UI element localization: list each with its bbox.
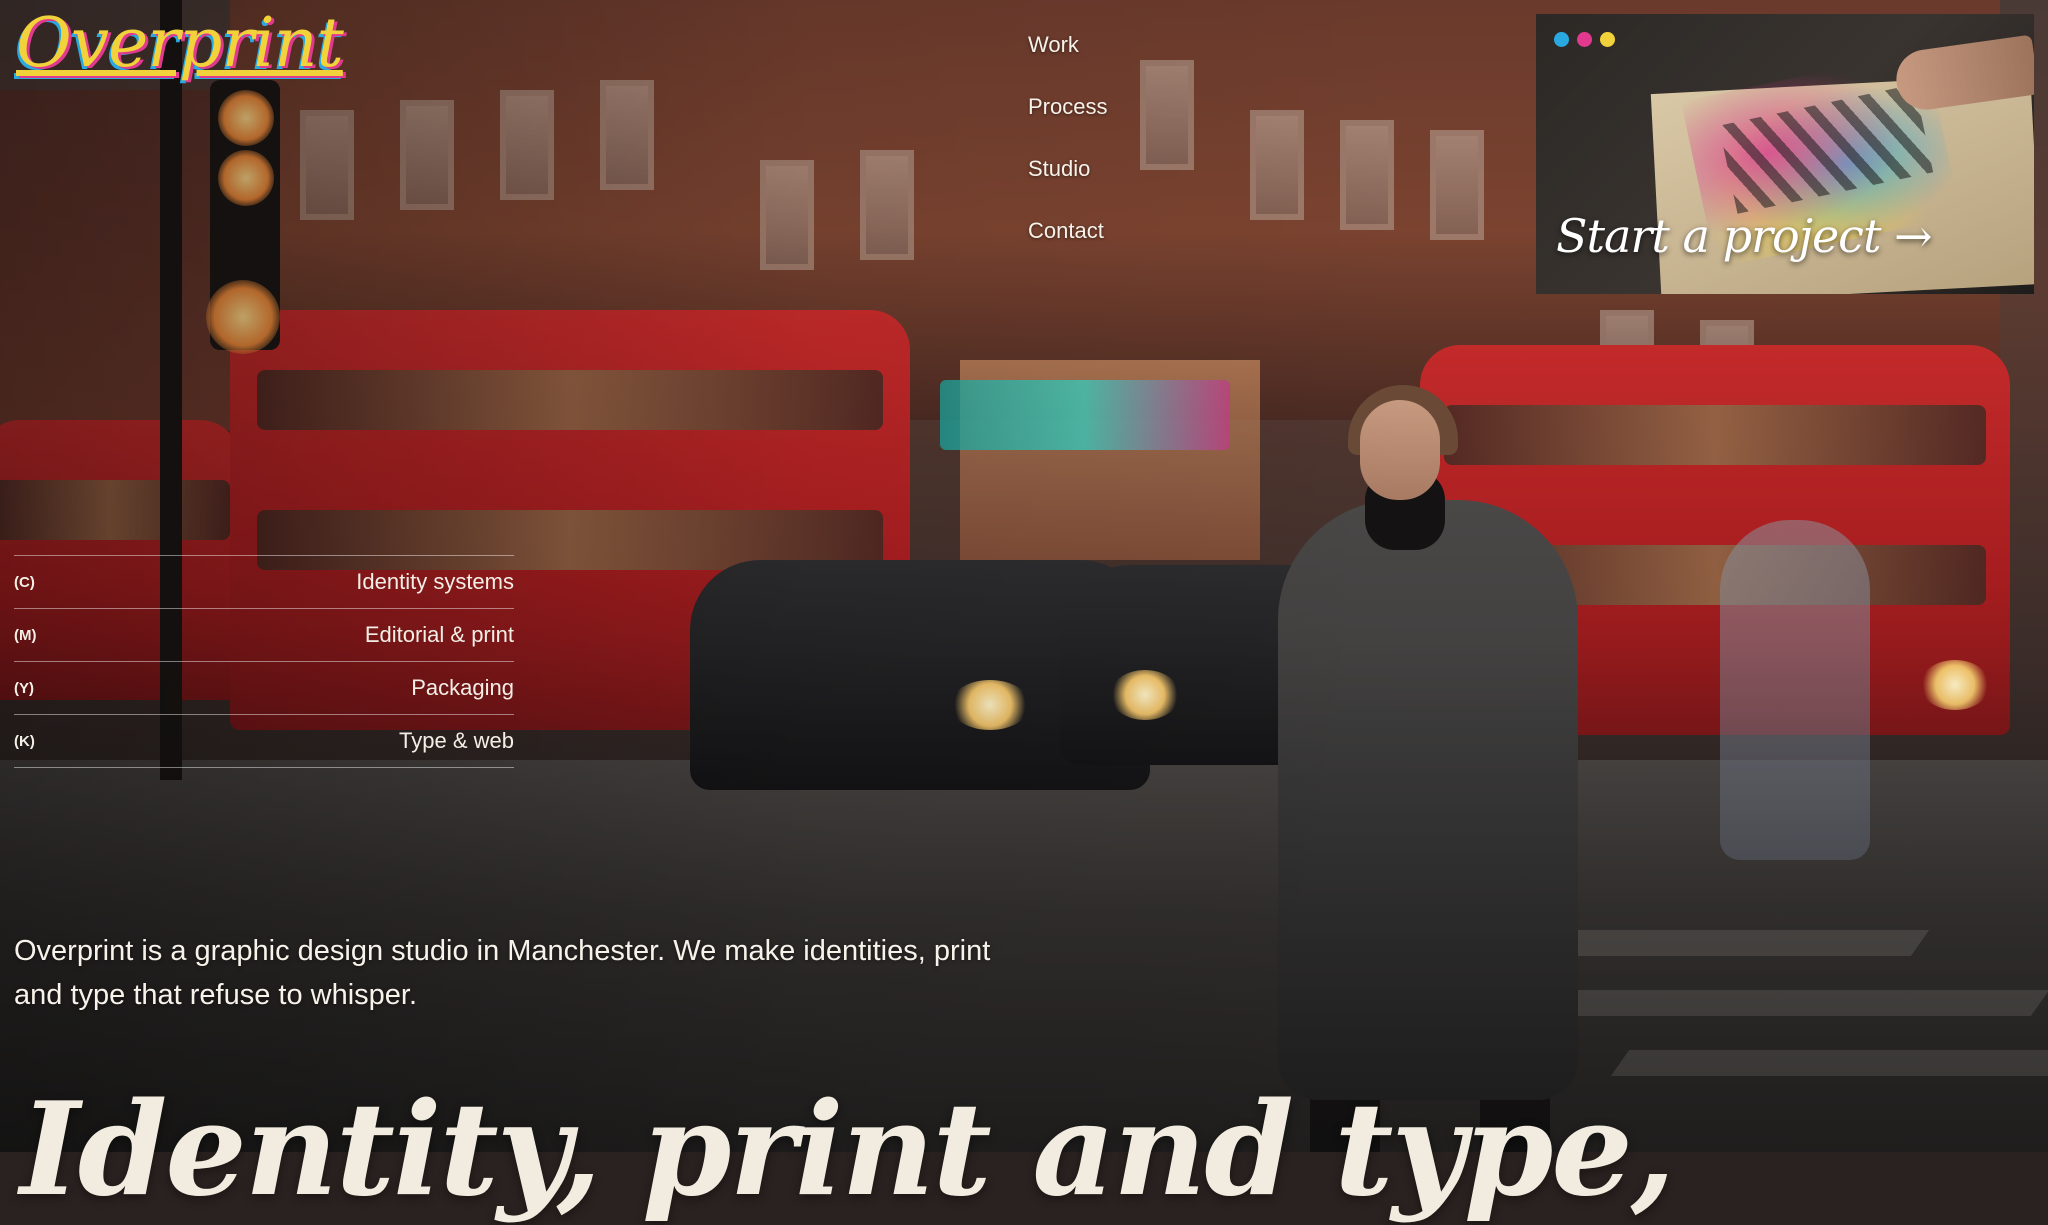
nav-link-process[interactable]: Process [1028,90,1107,152]
service-code: (K) [14,732,35,750]
hero-title: Identity, print and type, [20,1074,1675,1225]
magenta-dot [1577,32,1592,47]
cmy-dots [1554,32,1615,47]
service-row-editorial[interactable]: (M) Editorial & print [14,609,514,662]
intro-paragraph: Overprint is a graphic design studio in … [14,935,991,1011]
main-nav: Work Process Studio Contact [1028,28,1107,276]
brand-logo[interactable]: Overprint [16,10,344,78]
nav-link-studio[interactable]: Studio [1028,152,1107,214]
service-name: Editorial & print [364,622,514,647]
service-name: Identity systems [356,569,514,594]
start-project-label: Start a project → [1556,209,1933,263]
services-list: (C) Identity systems (M) Editorial & pri… [14,555,514,768]
service-row-type-web[interactable]: (K) Type & web [14,715,514,768]
service-name: Packaging [411,675,514,700]
service-row-identity[interactable]: (C) Identity systems [14,556,514,609]
service-name: Type & web [399,728,514,753]
nav-link-work[interactable]: Work [1028,28,1107,90]
service-row-packaging[interactable]: (Y) Packaging [14,662,514,715]
start-project-card[interactable]: Start a project → [1536,14,2034,294]
service-code: (Y) [14,679,34,697]
nav-link-contact[interactable]: Contact [1028,214,1107,276]
yellow-dot [1600,32,1615,47]
service-code: (C) [14,573,35,591]
cyan-dot [1554,32,1569,47]
service-code: (M) [14,626,37,644]
